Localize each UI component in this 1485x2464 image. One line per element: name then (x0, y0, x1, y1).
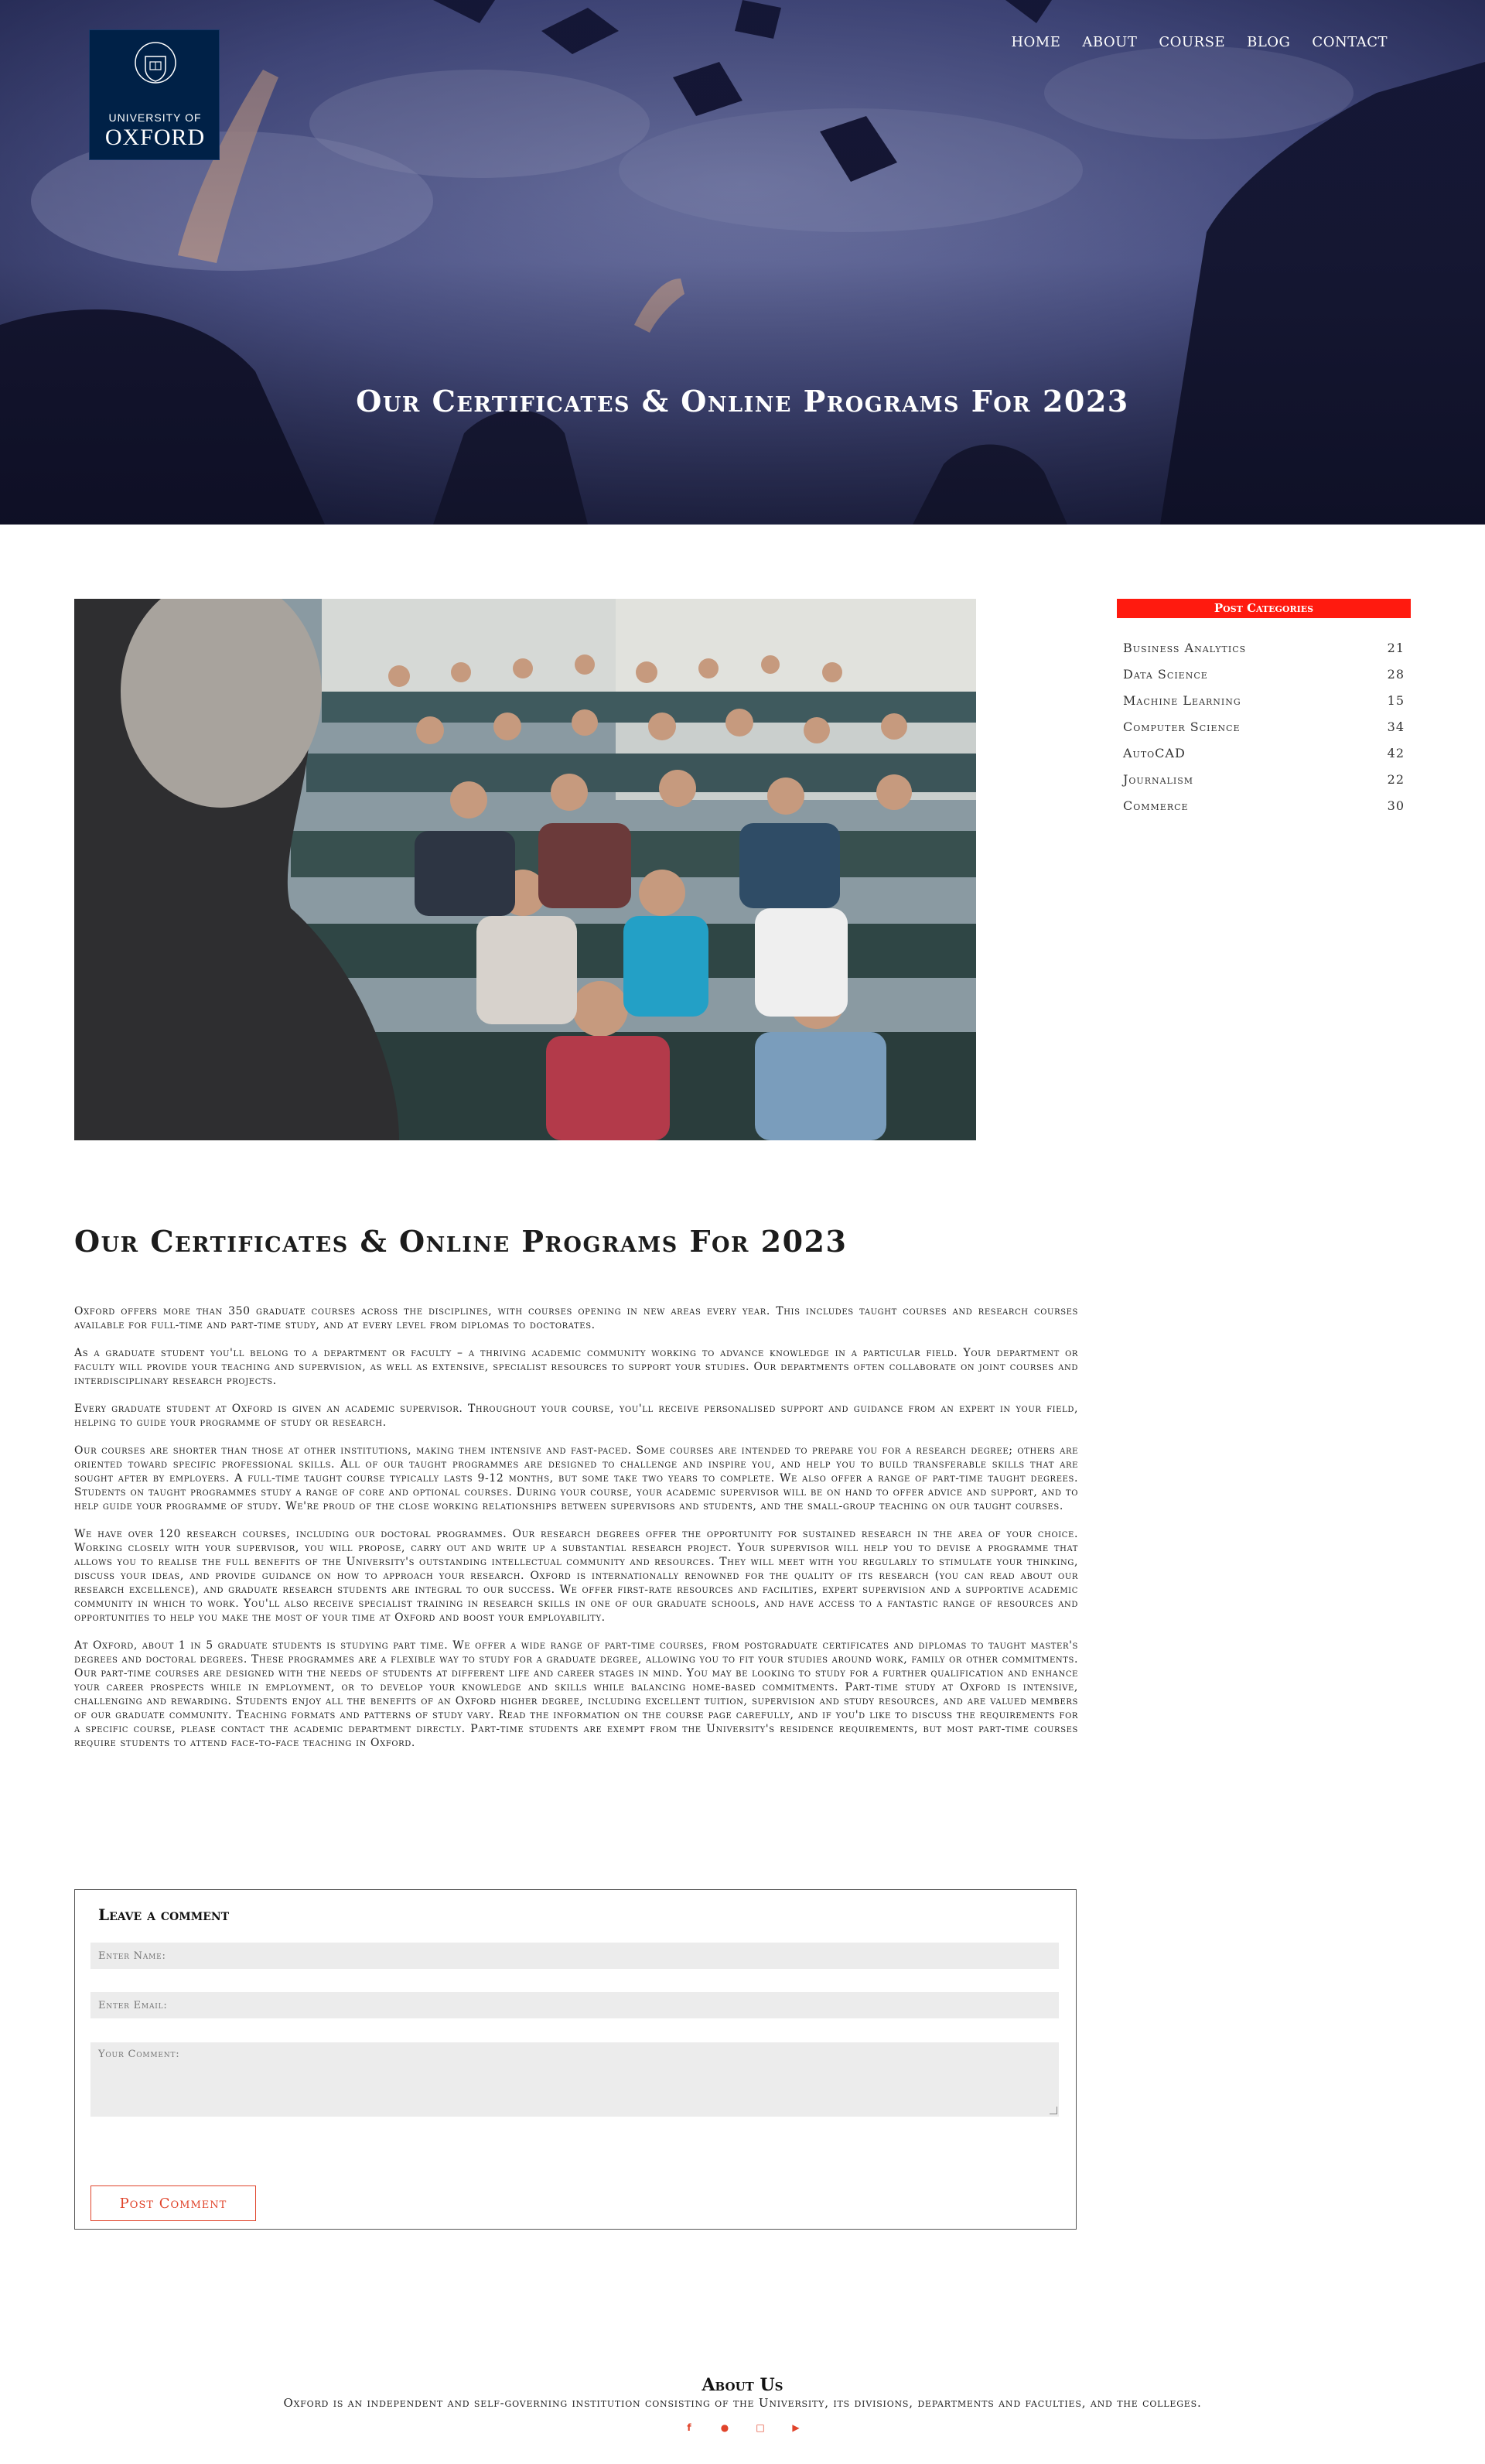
nav-home[interactable]: HOME (1011, 34, 1060, 50)
footer-text: Oxford is an independent and self-govern… (283, 2396, 1202, 2410)
category-item[interactable]: Commerce 30 (1123, 793, 1405, 819)
email-field[interactable] (90, 1992, 1059, 2018)
category-name: AutoCAD (1123, 746, 1186, 760)
crest-icon (135, 42, 176, 84)
post-categories-header: Post Categories (1117, 599, 1411, 618)
logo-oxford-text: OXFORD (104, 125, 206, 150)
footer-title: About Us (702, 2375, 783, 2395)
nav-course[interactable]: COURSE (1159, 34, 1225, 50)
article-paragraph: Our courses are shorter than those at ot… (74, 1444, 1078, 1512)
name-field[interactable] (90, 1943, 1059, 1969)
nav-contact[interactable]: CONTACT (1312, 34, 1388, 50)
category-count: 42 (1387, 746, 1405, 760)
comment-form-title: Leave a comment (98, 1905, 230, 1924)
article-paragraph: At Oxford, about 1 in 5 graduate student… (74, 1639, 1078, 1749)
hero-overlay (0, 0, 1485, 525)
comment-form: Leave a comment Post Comment (74, 1889, 1077, 2230)
category-item[interactable]: AutoCAD 42 (1123, 740, 1405, 767)
facebook-icon[interactable]: f (683, 2421, 695, 2434)
nav-about[interactable]: ABOUT (1082, 34, 1137, 50)
article-body: Oxford offers more than 350 graduate cou… (74, 1304, 1078, 1764)
instagram-icon[interactable]: □ (754, 2421, 766, 2434)
sidebar: Post Categories Business Analytics 21 Dat… (1117, 599, 1411, 819)
category-count: 21 (1387, 641, 1405, 655)
category-name: Business Analytics (1123, 641, 1247, 655)
classroom-photo (74, 599, 976, 1140)
category-count: 22 (1387, 772, 1405, 787)
hero-title: Our Certificates & Online Programs For 2… (356, 384, 1129, 419)
main-nav: HOME ABOUT COURSE BLOG CONTACT (1011, 34, 1388, 50)
article-paragraph: Every graduate student at Oxford is give… (74, 1403, 1078, 1429)
category-count: 15 (1387, 693, 1405, 708)
comment-field[interactable] (90, 2042, 1059, 2117)
category-name: Machine Learning (1123, 693, 1241, 708)
category-name: Data Science (1123, 667, 1208, 682)
category-item[interactable]: Journalism 22 (1123, 767, 1405, 793)
classroom-illustration (74, 599, 976, 1140)
hero-banner: UNIVERSITY OF OXFORD HOME ABOUT COURSE B… (0, 0, 1485, 525)
article-title: Our Certificates & Online Programs For 2… (74, 1224, 848, 1259)
logo-university-text: UNIVERSITY OF (108, 111, 202, 124)
youtube-icon[interactable]: ▶ (790, 2421, 802, 2434)
resize-handle-icon[interactable] (1050, 2107, 1057, 2114)
oxford-logo[interactable]: UNIVERSITY OF OXFORD (89, 29, 220, 160)
post-comment-button[interactable]: Post Comment (90, 2185, 256, 2221)
category-list: Business Analytics 21 Data Science 28 Mach… (1117, 635, 1411, 819)
category-item[interactable]: Data Science 28 (1123, 661, 1405, 688)
category-item[interactable]: Machine Learning 15 (1123, 688, 1405, 714)
category-count: 34 (1387, 719, 1405, 734)
category-count: 28 (1387, 667, 1405, 682)
category-name: Journalism (1123, 772, 1194, 787)
article-paragraph: Oxford offers more than 350 graduate cou… (74, 1305, 1078, 1331)
category-name: Computer Science (1123, 719, 1241, 734)
category-count: 30 (1387, 798, 1405, 813)
category-item[interactable]: Business Analytics 21 (1123, 635, 1405, 661)
category-name: Commerce (1123, 798, 1189, 813)
social-links: f ● □ ▶ (0, 2421, 1485, 2434)
category-item[interactable]: Computer Science 34 (1123, 714, 1405, 740)
twitter-icon[interactable]: ● (719, 2421, 731, 2434)
article-paragraph: We have over 120 research courses, inclu… (74, 1528, 1078, 1624)
article-paragraph: As a graduate student you'll belong to a… (74, 1347, 1078, 1387)
nav-blog[interactable]: BLOG (1247, 34, 1290, 50)
